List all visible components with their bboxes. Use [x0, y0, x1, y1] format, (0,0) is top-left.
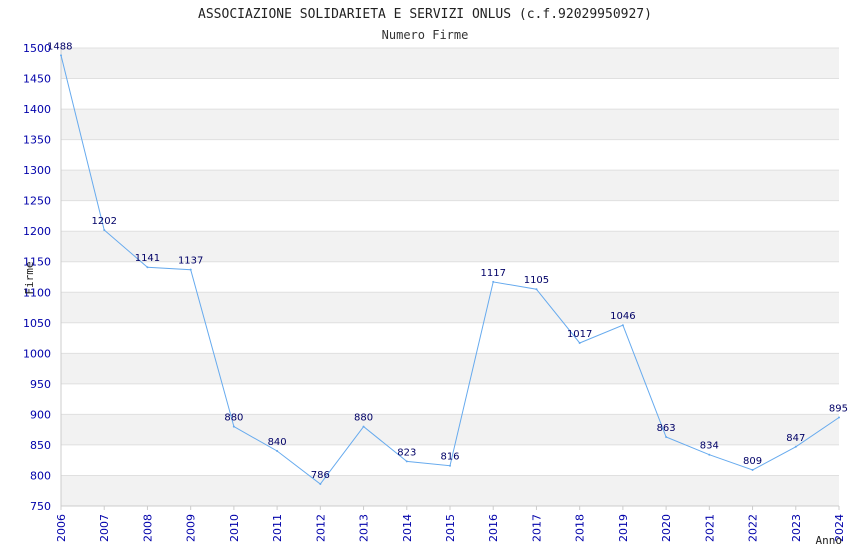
- data-point: [578, 341, 581, 344]
- data-label: 847: [786, 433, 805, 444]
- data-label: 1017: [567, 329, 592, 340]
- chart-title: ASSOCIAZIONE SOLIDARIETA E SERVIZI ONLUS…: [198, 7, 652, 22]
- data-label: 1046: [610, 311, 635, 322]
- data-label: 1137: [178, 256, 203, 267]
- y-tick-label: 1050: [23, 317, 51, 330]
- data-label: 834: [700, 441, 719, 452]
- x-tick-label: 2023: [790, 514, 803, 542]
- data-label: 816: [440, 452, 459, 463]
- data-point: [621, 324, 624, 327]
- line-chart: 7508008509009501000105011001150120012501…: [0, 0, 850, 550]
- data-point: [189, 268, 192, 271]
- y-tick-label: 1450: [23, 73, 51, 86]
- x-tick-label: 2007: [98, 514, 111, 542]
- data-point: [276, 450, 279, 453]
- grid-band: [61, 292, 839, 323]
- y-tick-label: 1000: [23, 347, 51, 360]
- grid-band: [61, 414, 839, 445]
- data-label: 1488: [47, 41, 72, 52]
- data-point: [103, 228, 106, 231]
- data-point: [751, 468, 754, 471]
- y-tick-label: 750: [30, 500, 51, 513]
- data-point: [232, 425, 235, 428]
- data-label: 880: [224, 413, 243, 424]
- data-point: [665, 435, 668, 438]
- grid-band: [61, 475, 839, 506]
- data-label: 880: [354, 413, 373, 424]
- data-point: [60, 54, 62, 57]
- y-tick-label: 1400: [23, 103, 51, 116]
- grid-band: [61, 170, 839, 201]
- y-tick-label: 800: [30, 469, 51, 482]
- data-point: [319, 483, 322, 486]
- x-axis-label: Anno: [816, 534, 843, 547]
- x-tick-label: 2010: [228, 514, 241, 542]
- y-axis-label: Firme: [23, 261, 36, 294]
- data-label: 809: [743, 456, 762, 467]
- x-tick-label: 2014: [401, 514, 414, 542]
- data-label: 1105: [524, 275, 549, 286]
- data-label: 840: [268, 437, 287, 448]
- data-label: 895: [829, 403, 848, 414]
- data-label: 863: [657, 423, 676, 434]
- y-tick-label: 850: [30, 439, 51, 452]
- data-point: [405, 460, 408, 463]
- x-tick-label: 2016: [487, 514, 500, 542]
- y-tick-label: 1350: [23, 134, 51, 147]
- data-point: [838, 416, 840, 419]
- x-tick-label: 2015: [444, 514, 457, 542]
- data-point: [449, 464, 451, 467]
- y-tick-label: 950: [30, 378, 51, 391]
- x-tick-label: 2013: [358, 514, 371, 542]
- x-tick-label: 2021: [703, 514, 716, 542]
- x-tick-label: 2018: [574, 514, 587, 542]
- x-tick-label: 2006: [55, 514, 68, 542]
- x-tick-label: 2009: [185, 514, 198, 542]
- x-tick-label: 2011: [271, 514, 284, 542]
- data-point: [535, 288, 538, 291]
- grid-band: [61, 353, 839, 384]
- data-point: [794, 445, 797, 448]
- data-point: [708, 453, 711, 456]
- x-tick-label: 2019: [617, 514, 630, 542]
- data-label: 1141: [135, 253, 160, 264]
- x-tick-label: 2020: [660, 514, 673, 542]
- chart-background: [0, 0, 850, 550]
- y-tick-label: 1250: [23, 195, 51, 208]
- x-tick-label: 2008: [141, 514, 154, 542]
- y-tick-label: 1200: [23, 225, 51, 238]
- chart-subtitle: Numero Firme: [382, 28, 469, 42]
- data-point: [362, 425, 365, 428]
- x-tick-label: 2012: [314, 514, 327, 542]
- data-point: [492, 280, 495, 283]
- grid-band: [61, 109, 839, 140]
- data-point: [146, 266, 149, 269]
- x-tick-label: 2022: [747, 514, 760, 542]
- data-label: 823: [397, 447, 416, 458]
- data-label: 1202: [91, 216, 116, 227]
- data-label: 1117: [480, 268, 505, 279]
- x-tick-label: 2017: [530, 514, 543, 542]
- data-label: 786: [311, 470, 330, 481]
- grid-band: [61, 48, 839, 79]
- y-tick-label: 900: [30, 408, 51, 421]
- y-tick-label: 1300: [23, 164, 51, 177]
